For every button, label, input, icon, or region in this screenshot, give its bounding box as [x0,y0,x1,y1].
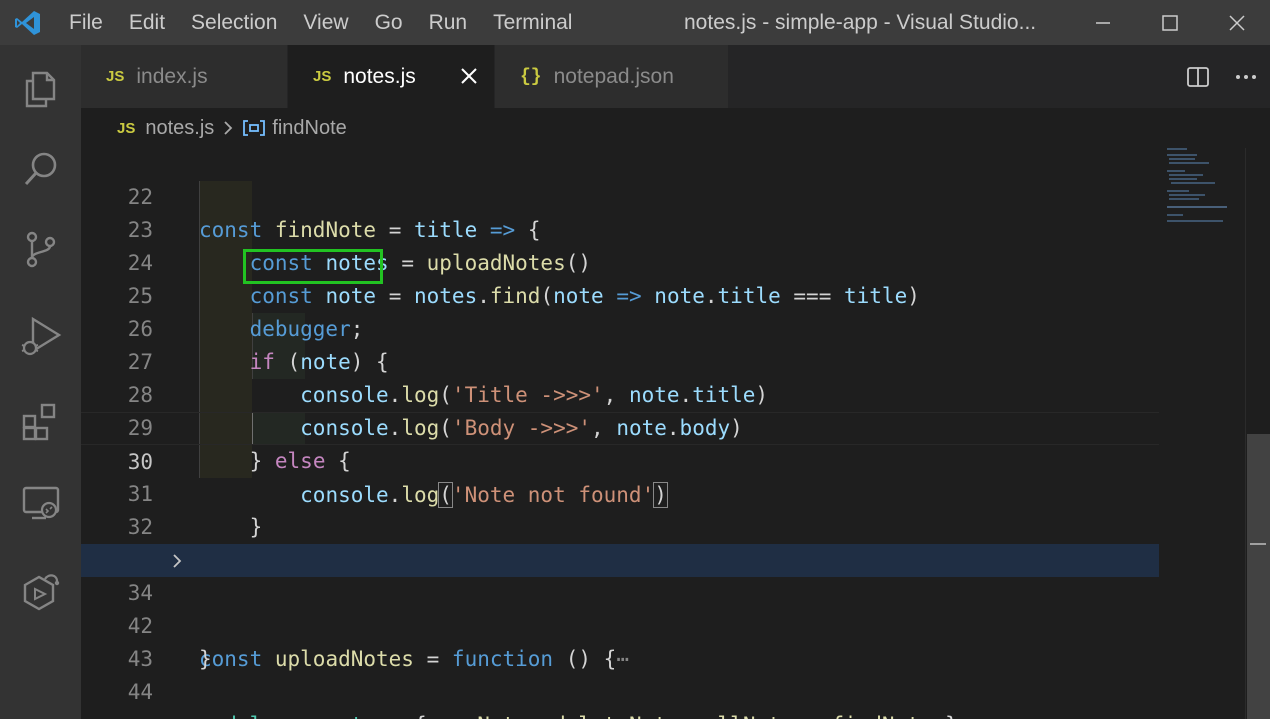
chevron-right-icon [222,120,234,136]
code-line[interactable]: 31 } [81,445,1159,539]
code-line[interactable]: 29 } else { [81,379,1159,473]
code-line[interactable]: 42 } [81,577,1159,671]
minimize-icon [1095,21,1110,24]
explorer-icon[interactable] [0,49,81,129]
code-line[interactable]: 43 [81,610,1159,671]
breadcrumb-symbol[interactable]: findNote [272,117,347,140]
js-file-icon: JS [117,119,136,137]
tab-notepad-json[interactable]: {} notepad.json [495,45,729,108]
code-line[interactable]: 33 [81,511,1159,572]
breadcrumb: JS notes.js findNote [81,108,1270,148]
fold-chevron-right-icon[interactable] [171,544,183,577]
js-file-icon: JS [106,68,125,85]
maximize-icon [1161,14,1178,31]
menu-go[interactable]: Go [362,0,416,45]
debugger-highlight-box [243,249,383,284]
menu-selection[interactable]: Selection [178,0,290,45]
editor-tabs: JS index.js JS notes.js {} notepad.json [81,45,1270,108]
window-title: notes.js - simple-app - Visual Studio... [684,11,1037,34]
code-line-folded[interactable]: 34 const uploadNotes = function () {⋯ [81,544,1159,671]
run-debug-icon[interactable] [0,297,81,377]
tab-notes-js[interactable]: JS notes.js [288,45,495,108]
code-line[interactable]: 23 const notes = uploadNotes() [81,181,1159,275]
scrollbar-cursor-marker [1250,543,1266,545]
remote-explorer-icon[interactable] [0,463,81,543]
split-editor-icon [1187,66,1209,87]
menu-run[interactable]: Run [416,0,481,45]
code-line[interactable]: 24 const note = notes.find(note => note.… [81,214,1159,308]
tab-label: index.js [136,64,208,88]
minimize-button[interactable] [1069,0,1136,45]
docker-icon[interactable] [0,551,81,631]
editor-actions [1174,45,1270,108]
line-number: 44 [127,680,153,704]
search-icon[interactable] [0,129,81,209]
split-editor-button[interactable] [1174,45,1222,108]
code-line[interactable]: 22 const findNote = title => { [81,148,1159,242]
symbol-variable-icon [242,119,266,137]
menu-terminal[interactable]: Terminal [480,0,585,45]
vscode-logo-icon [0,0,56,45]
code-line[interactable]: 26 if (note) { [81,280,1159,374]
tab-label: notes.js [343,64,416,88]
window-controls [1069,0,1270,45]
close-icon [461,68,477,84]
menu-view[interactable]: View [290,0,361,45]
json-file-icon: {} [520,66,542,87]
menu-file[interactable]: File [56,0,116,45]
code-line[interactable]: 32 } [81,478,1159,572]
source-control-icon[interactable] [0,209,81,289]
code-line[interactable]: 27 console.log('Title ->>>', note.title) [81,313,1159,407]
code-line[interactable]: 44 module.exports = { newNote, deleteNot… [81,643,1159,719]
menu-edit[interactable]: Edit [116,0,178,45]
close-icon [1228,14,1245,31]
js-file-icon: JS [313,68,332,85]
code-line[interactable]: 28 console.log('Body ->>>', note.body) [81,346,1159,440]
tab-close-button[interactable] [458,65,480,87]
more-icon [1236,74,1256,79]
extensions-icon[interactable] [0,381,81,461]
tab-index-js[interactable]: JS index.js [81,45,288,108]
minimap[interactable] [1163,148,1245,719]
tab-label: notepad.json [553,64,674,88]
scrollbar-thumb[interactable] [1247,434,1270,719]
code-editor[interactable]: 22 const findNote = title => { 23 const … [81,148,1244,719]
maximize-button[interactable] [1136,0,1203,45]
more-actions-button[interactable] [1222,45,1270,108]
code-line-current[interactable]: 30 console.log('Note not found') [81,412,1159,508]
activity-bar [0,45,81,719]
line-text: module.exports = { newNote, deleteNote, … [199,709,958,719]
vertical-scrollbar[interactable] [1245,148,1270,719]
close-window-button[interactable] [1203,0,1270,45]
menu-bar: File Edit Selection View Go Run Terminal [56,0,585,45]
title-bar: File Edit Selection View Go Run Terminal… [0,0,1270,45]
breadcrumb-file[interactable]: notes.js [145,117,214,140]
